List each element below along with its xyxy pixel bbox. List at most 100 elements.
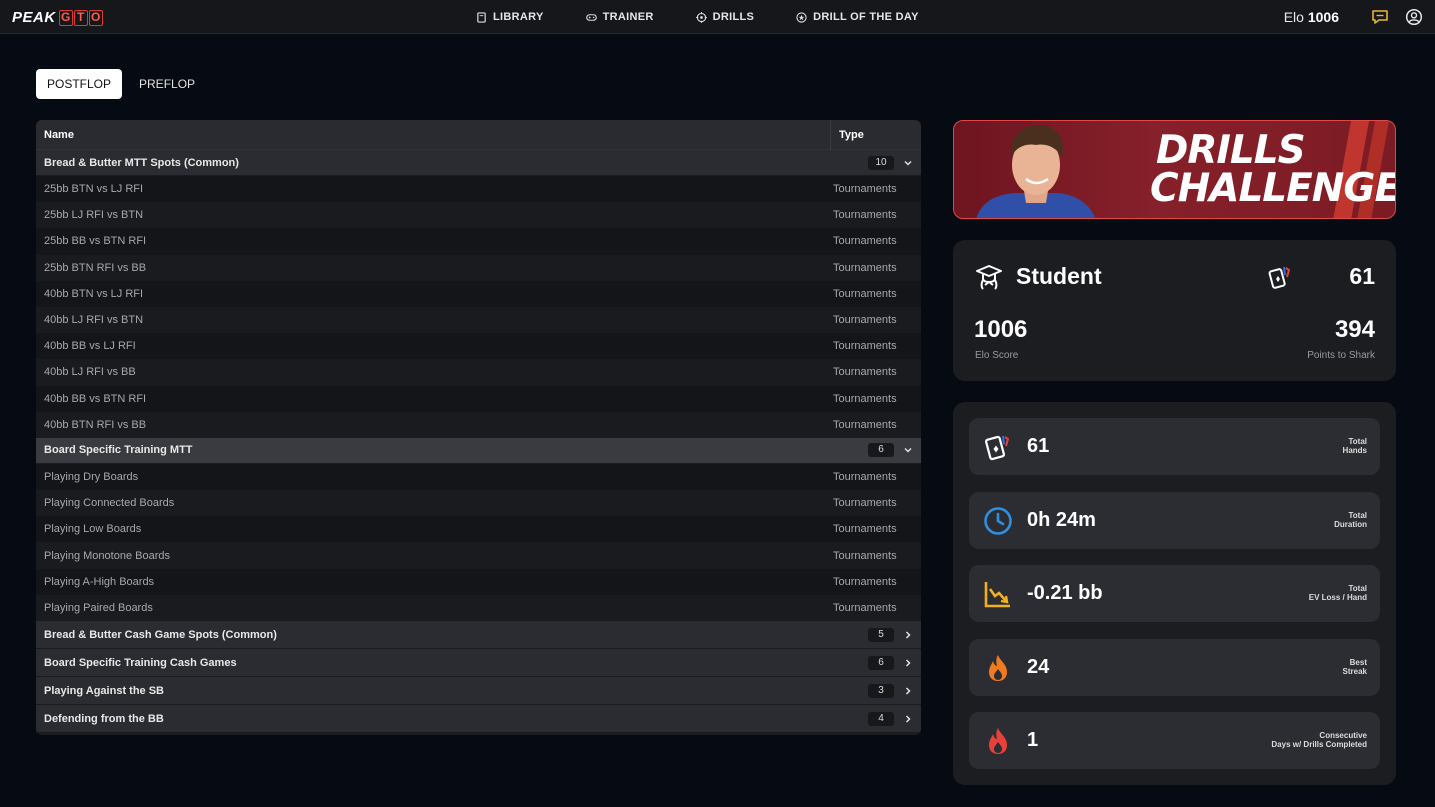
stat-label-line1: Consecutive xyxy=(1319,731,1367,740)
table-row-name: 25bb BTN RFI vs BB xyxy=(44,261,147,274)
table-row[interactable]: 40bb BB vs BTN RFI Tournaments xyxy=(36,385,921,412)
flame-red-icon xyxy=(989,728,1007,754)
stat-label-line1: Total xyxy=(1348,584,1367,593)
nav-drill-of-the-day[interactable]: DRILL OF THE DAY xyxy=(796,11,919,23)
stat-best-streak-value: 24 xyxy=(1027,655,1050,678)
table-row[interactable]: 40bb BTN vs LJ RFI Tournaments xyxy=(36,280,921,307)
nav-drills[interactable]: DRILLS xyxy=(695,11,755,23)
elo-score-label: Elo Score xyxy=(975,350,1019,361)
chevron-down-icon[interactable] xyxy=(903,445,913,455)
table-row-name: 40bb LJ RFI vs BTN xyxy=(44,314,144,327)
nav-library[interactable]: LIBRARY xyxy=(476,11,544,23)
table-group[interactable]: Playing Against the SB 3 xyxy=(36,677,921,705)
chat-icon[interactable] xyxy=(1371,8,1389,26)
table-row[interactable]: 40bb BTN RFI vs BB Tournaments xyxy=(36,411,921,438)
tab-preflop[interactable]: PREFLOP xyxy=(128,69,206,99)
peakgto-logo[interactable]: PEAK G T O xyxy=(12,9,103,26)
table-row[interactable]: 40bb LJ RFI vs BTN Tournaments xyxy=(36,306,921,334)
table-row[interactable]: Playing Paired Boards Tournaments xyxy=(36,594,921,621)
table-group-rows: Playing Dry Boards Tournaments Playing Con… xyxy=(36,463,921,621)
elo-score-value: 1006 xyxy=(974,316,1028,343)
table-row-name: 40bb BTN vs LJ RFI xyxy=(44,287,144,300)
column-header-type[interactable]: Type xyxy=(830,120,921,150)
graduation-cap-icon xyxy=(976,265,1002,290)
table-row[interactable]: 25bb LJ RFI vs BTN Tournaments xyxy=(36,202,921,229)
table-row[interactable]: 25bb BB vs BTN RFI Tournaments xyxy=(36,228,921,255)
table-group[interactable]: Board Specific Training Cash Games 6 xyxy=(36,649,921,677)
banner-title-line2: CHALLENGE xyxy=(1150,166,1396,211)
target-icon xyxy=(695,11,707,23)
stat-total-duration-value: 0h 24m xyxy=(1027,508,1096,531)
cards-icon xyxy=(984,435,1010,461)
header-elo-value: 1006 xyxy=(1307,9,1339,25)
table-group-rows: 25bb BTN vs LJ RFI Tournaments 25bb LJ RFI… xyxy=(36,176,921,438)
stat-label-line2: EV Loss / Hand xyxy=(1308,593,1367,602)
table-row[interactable]: Playing Dry Boards Tournaments xyxy=(36,463,921,491)
table-group[interactable]: Bread & Butter MTT Spots (Common) 10 xyxy=(36,150,921,176)
table-row[interactable]: 25bb BTN RFI vs BB Tournaments xyxy=(36,254,921,281)
table-row[interactable]: Playing Monotone Boards Tournaments xyxy=(36,542,921,569)
table-body: Bread & Butter MTT Spots (Common) 10 25bb … xyxy=(36,150,921,733)
stat-consecutive-days-label: Consecutive Days w/ Drills Completed xyxy=(1271,731,1367,749)
table-group-name: Bread & Butter MTT Spots (Common) xyxy=(44,156,239,169)
banner-title-line1: DRILLS xyxy=(1156,128,1306,173)
table-row[interactable]: 40bb BB vs LJ RFI Tournaments xyxy=(36,333,921,360)
profile-card: Student 61 1006 Elo Score 394 Points to … xyxy=(953,240,1396,381)
chevron-right-icon[interactable] xyxy=(903,686,913,696)
logo-g: G xyxy=(58,9,73,26)
table-group-count-badge: 10 xyxy=(868,155,894,170)
table-group[interactable]: Bread & Butter Cash Game Spots (Common) 5 xyxy=(36,621,921,649)
rank-name: Student xyxy=(1016,263,1102,289)
table-row-type: Tournaments xyxy=(833,261,897,274)
stat-total-hands: 61 Total Hands xyxy=(969,418,1380,475)
table-group-count-badge: 5 xyxy=(868,627,894,642)
user-account-icon[interactable] xyxy=(1405,8,1423,26)
table-row-type: Tournaments xyxy=(833,523,897,536)
table-row-type: Tournaments xyxy=(833,575,897,588)
table-group[interactable]: Defending from the BB 4 xyxy=(36,705,921,733)
table-row-name: 25bb BTN vs LJ RFI xyxy=(44,183,144,196)
nav-trainer[interactable]: TRAINER xyxy=(585,11,654,23)
table-row-name: 40bb BTN RFI vs BB xyxy=(44,418,147,431)
book-icon xyxy=(477,11,486,23)
chevron-right-icon[interactable] xyxy=(903,658,913,668)
star-circle-icon xyxy=(796,11,807,23)
table-row-name: Playing Paired Boards xyxy=(44,601,153,614)
table-row[interactable]: Playing A-High Boards Tournaments xyxy=(36,568,921,595)
table-row-name: 25bb LJ RFI vs BTN xyxy=(44,209,144,222)
table-group-count-badge: 6 xyxy=(868,655,894,670)
table-row-name: Playing Connected Boards xyxy=(44,497,175,510)
chevron-right-icon[interactable] xyxy=(903,630,913,640)
table-row-type: Tournaments xyxy=(833,549,897,562)
points-to-shark-value: 394 xyxy=(1334,316,1375,343)
table-group-name: Bread & Butter Cash Game Spots (Common) xyxy=(44,628,277,641)
nav-drill-of-the-day-label: DRILL OF THE DAY xyxy=(813,11,919,23)
cards-icon xyxy=(1268,266,1291,289)
chevron-down-icon[interactable] xyxy=(903,158,913,168)
table-row-name: Playing Low Boards xyxy=(44,523,142,536)
drills-challenge-banner[interactable]: DRILLS CHALLENGE xyxy=(953,120,1396,219)
table-group-name: Board Specific Training Cash Games xyxy=(44,656,237,669)
table-header: Name Type xyxy=(36,120,921,150)
column-header-name[interactable]: Name xyxy=(36,129,830,141)
table-row[interactable]: 40bb LJ RFI vs BB Tournaments xyxy=(36,359,921,386)
table-row-type: Tournaments xyxy=(833,287,897,300)
table-group-name: Defending from the BB xyxy=(44,712,164,725)
table-row-type: Tournaments xyxy=(833,470,897,483)
points-to-shark-label: Points to Shark xyxy=(1307,350,1375,361)
stat-label-line1: Total xyxy=(1348,510,1367,520)
table-row[interactable]: 25bb BTN vs LJ RFI Tournaments xyxy=(36,176,921,203)
tab-postflop[interactable]: POSTFLOP xyxy=(36,69,123,99)
stat-label-line2: Streak xyxy=(1342,666,1367,676)
table-row-name: Playing A-High Boards xyxy=(44,575,155,588)
chevron-right-icon[interactable] xyxy=(903,714,913,724)
table-group[interactable]: Board Specific Training MTT 6 xyxy=(36,437,921,464)
stat-consecutive-days-value: 1 xyxy=(1027,729,1039,751)
drills-table: Name Type Bread & Butter MTT Spots (Comm… xyxy=(36,120,921,735)
table-group-name: Playing Against the SB xyxy=(44,684,165,697)
stat-consecutive-days: 1 Consecutive Days w/ Drills Completed xyxy=(969,712,1380,769)
table-row[interactable]: Playing Connected Boards Tournaments xyxy=(36,490,921,517)
table-row-type: Tournaments xyxy=(833,497,897,510)
flame-orange-icon xyxy=(989,654,1007,681)
table-row[interactable]: Playing Low Boards Tournaments xyxy=(36,516,921,543)
